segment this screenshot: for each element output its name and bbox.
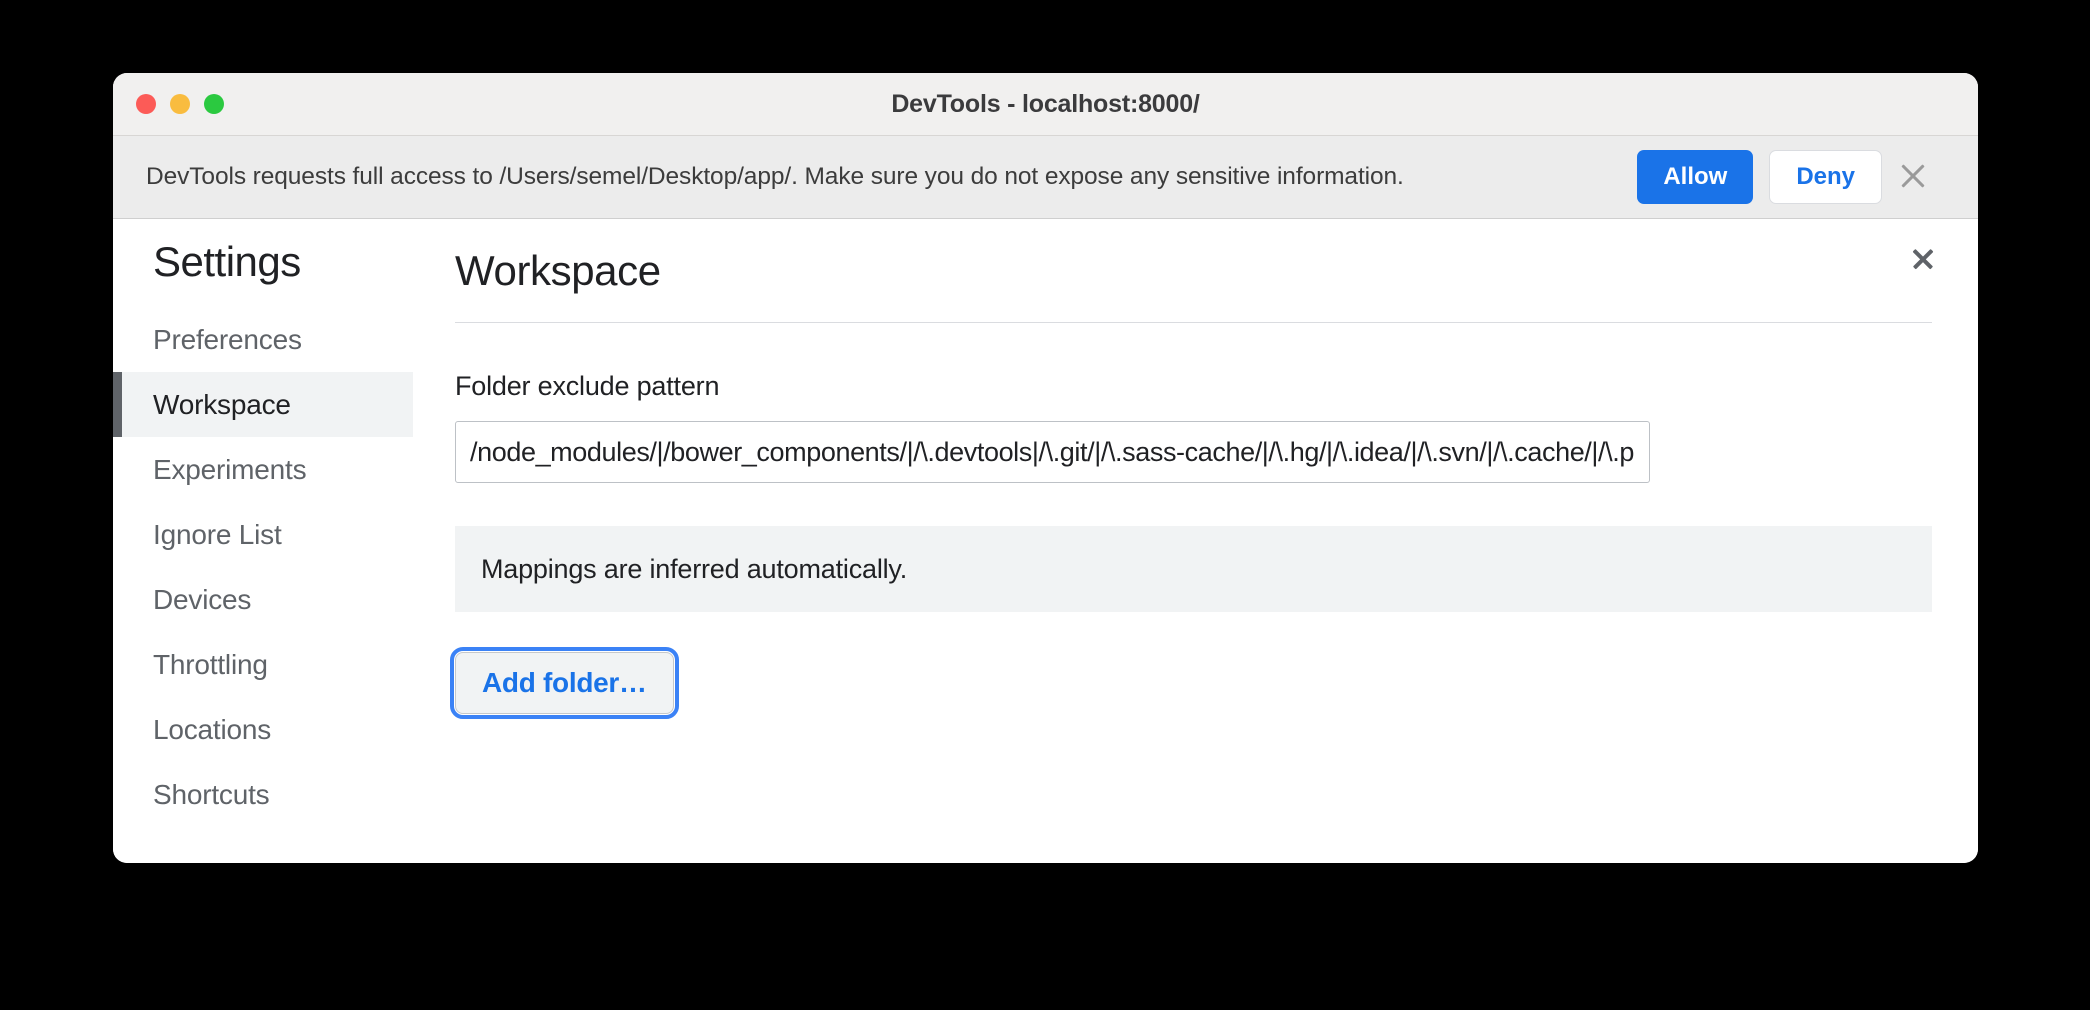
traffic-light-group [136, 94, 224, 114]
sidebar-item-label: Experiments [153, 453, 307, 485]
mappings-note: Mappings are inferred automatically. [455, 526, 1932, 612]
settings-heading: Settings [153, 238, 301, 285]
permission-message: DevTools requests full access to /Users/… [146, 163, 1404, 190]
sidebar-item-label: Throttling [153, 648, 268, 680]
window-close-button[interactable] [136, 94, 156, 114]
window-title: DevTools - localhost:8000/ [891, 89, 1200, 118]
sidebar-item-label: Devices [153, 583, 252, 615]
infobar-close-button[interactable] [1904, 153, 1952, 201]
close-icon [1913, 162, 1943, 192]
sidebar-item-preferences[interactable]: Preferences [113, 307, 413, 372]
settings-close-button[interactable] [1914, 240, 1956, 282]
add-folder-button[interactable]: Add folder… [450, 647, 679, 719]
sidebar-item-label: Locations [153, 713, 272, 745]
close-icon [1923, 249, 1948, 274]
desktop-background: DevTools - localhost:8000/ DevTools requ… [0, 0, 2090, 1010]
allow-button[interactable]: Allow [1637, 150, 1754, 204]
sidebar-item-workspace[interactable]: Workspace [113, 372, 413, 437]
sidebar-item-label: Preferences [153, 323, 302, 355]
mappings-note-text: Mappings are inferred automatically. [481, 553, 908, 584]
add-folder-row: Add folder… [450, 647, 1932, 719]
sidebar-item-label: Ignore List [153, 518, 282, 550]
sidebar-item-shortcuts[interactable]: Shortcuts [113, 762, 413, 827]
devtools-window: DevTools - localhost:8000/ DevTools requ… [113, 73, 1978, 863]
workspace-content: Workspace Folder exclude pattern Mapping… [413, 219, 1978, 863]
page-title: Workspace [455, 247, 661, 294]
window-titlebar: DevTools - localhost:8000/ [113, 73, 1978, 136]
sidebar-item-locations[interactable]: Locations [113, 697, 413, 762]
sidebar-item-ignore-list[interactable]: Ignore List [113, 502, 413, 567]
folder-exclude-input[interactable] [455, 421, 1650, 483]
deny-button[interactable]: Deny [1769, 150, 1882, 204]
settings-panel: Settings Preferences Workspace Experimen… [113, 219, 1978, 863]
sidebar-item-devices[interactable]: Devices [113, 567, 413, 632]
sidebar-item-label: Shortcuts [153, 778, 270, 810]
title-divider [455, 322, 1932, 323]
sidebar-item-experiments[interactable]: Experiments [113, 437, 413, 502]
window-minimize-button[interactable] [170, 94, 190, 114]
sidebar-item-throttling[interactable]: Throttling [113, 632, 413, 697]
window-maximize-button[interactable] [204, 94, 224, 114]
sidebar-item-label: Workspace [153, 388, 291, 420]
settings-sidebar: Settings Preferences Workspace Experimen… [113, 219, 413, 863]
permission-infobar: DevTools requests full access to /Users/… [113, 136, 1978, 219]
folder-exclude-label: Folder exclude pattern [455, 371, 720, 401]
